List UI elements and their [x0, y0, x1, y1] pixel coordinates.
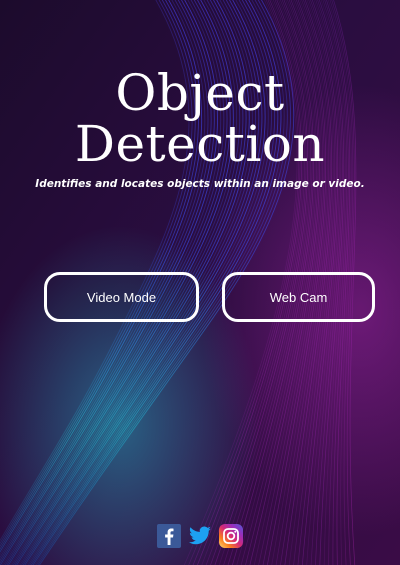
facebook-icon[interactable] — [157, 524, 181, 548]
social-links — [157, 524, 243, 548]
twitter-icon[interactable] — [188, 524, 212, 548]
video-mode-button[interactable]: Video Mode — [44, 272, 199, 322]
page-title-line-1: Object — [115, 64, 285, 122]
page-title-line-2: Detection — [74, 115, 326, 173]
instagram-icon[interactable] — [219, 524, 243, 548]
video-mode-label: Video Mode — [86, 289, 157, 305]
web-cam-label: Web Cam — [269, 289, 328, 305]
page-subtitle: Identifies and locates objects within an… — [35, 178, 365, 190]
web-cam-button[interactable]: Web Cam — [222, 272, 375, 322]
